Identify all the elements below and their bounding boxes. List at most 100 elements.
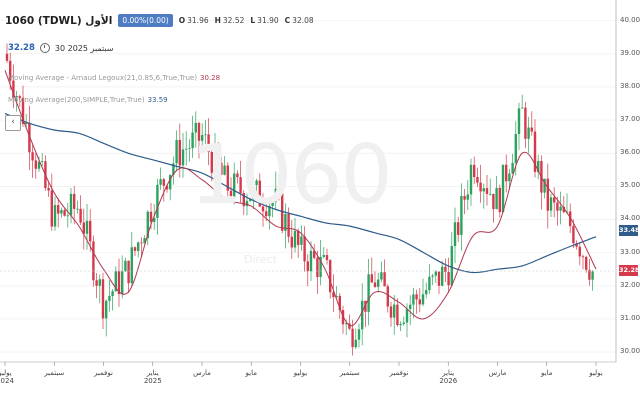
candle-body xyxy=(137,242,140,251)
study-value: 33.59 xyxy=(147,96,168,104)
candle xyxy=(354,328,357,350)
candle-body xyxy=(111,291,114,296)
collapse-legend-button[interactable]: ‹ xyxy=(5,115,21,131)
candle xyxy=(98,274,101,304)
x-tick-label: مارس xyxy=(193,369,211,377)
candle xyxy=(389,301,393,327)
candle-body xyxy=(76,208,79,210)
candle xyxy=(396,298,399,327)
sma-price-tag: 33.48 xyxy=(619,225,640,236)
last-price-tag: 32.28 xyxy=(619,265,640,276)
candle xyxy=(393,295,396,335)
candle xyxy=(466,179,469,211)
candle xyxy=(69,187,73,224)
candle xyxy=(501,164,505,213)
candle xyxy=(492,193,495,223)
candle-body xyxy=(431,275,434,277)
candle xyxy=(581,254,585,270)
x-ticks xyxy=(4,362,597,366)
candle xyxy=(172,156,175,185)
candle-body xyxy=(162,179,165,186)
candle-body xyxy=(505,164,508,182)
candle-body xyxy=(98,279,101,286)
candle-body xyxy=(79,208,82,223)
candle-body xyxy=(175,139,178,164)
candle-body xyxy=(447,271,450,286)
candle xyxy=(383,259,386,287)
study-legend-sma[interactable]: Moving Average(200,SIMPLE,True,True) 33.5… xyxy=(8,96,168,104)
candle-body xyxy=(181,149,185,166)
y-tick-label: 36.00 xyxy=(620,148,640,157)
candle-body xyxy=(309,250,313,272)
candle xyxy=(108,280,111,312)
candle xyxy=(185,131,188,166)
candle-body xyxy=(389,306,393,318)
clock-icon[interactable] xyxy=(39,43,50,53)
candle-body xyxy=(409,304,412,310)
candle-body xyxy=(73,193,76,209)
candle xyxy=(181,132,185,178)
candle-body xyxy=(185,148,188,150)
candle-body xyxy=(463,195,466,200)
candle-body xyxy=(517,108,521,135)
candle-body xyxy=(581,256,585,258)
candle xyxy=(306,254,309,287)
watermark-sub: Direct xyxy=(244,253,277,266)
candle-body xyxy=(527,127,530,139)
candle-body xyxy=(425,290,428,295)
x-tick-label: يوليو xyxy=(293,369,308,377)
candle xyxy=(533,119,537,178)
candle-body xyxy=(140,242,143,244)
ohlc-open: O 31.96 xyxy=(178,16,209,25)
candle-body xyxy=(41,161,44,163)
ohlc-high: H 32.52 xyxy=(214,16,245,25)
candle-body xyxy=(473,164,476,178)
candle xyxy=(505,154,508,193)
candle-body xyxy=(34,160,37,169)
symbol-title[interactable]: 1060 (TDWL) الأول xyxy=(5,15,112,27)
candle-body xyxy=(383,272,386,287)
study-value: 30.28 xyxy=(200,74,221,82)
y-tick-label: 31.00 xyxy=(620,313,640,322)
candle-body xyxy=(373,282,377,287)
candle-body xyxy=(108,295,111,301)
candle-body xyxy=(85,220,89,234)
candle xyxy=(357,323,361,348)
candle xyxy=(124,257,127,273)
candle xyxy=(380,261,383,283)
candle xyxy=(95,273,98,299)
candle-body xyxy=(546,178,549,211)
candle xyxy=(31,144,34,178)
candle xyxy=(540,155,543,210)
study-legend-alma[interactable]: Moving Average - Arnaud Legoux(21,0.85,6… xyxy=(8,74,220,82)
candle xyxy=(447,257,450,294)
candle xyxy=(53,196,57,231)
candle xyxy=(479,164,482,203)
candle-body xyxy=(63,210,66,216)
candle-body xyxy=(437,271,441,286)
candle-body xyxy=(377,279,380,287)
candle xyxy=(444,258,447,283)
candle xyxy=(530,111,533,136)
candle-body xyxy=(485,188,489,195)
candle xyxy=(402,316,405,326)
candle xyxy=(399,321,402,332)
x-tick-label: مايو xyxy=(245,369,257,377)
candle xyxy=(562,195,565,213)
candle-body xyxy=(50,190,53,227)
candle-body xyxy=(441,266,444,286)
candle-body xyxy=(89,220,92,242)
ohlc-low: L 31.90 xyxy=(250,16,279,25)
candle xyxy=(428,264,431,294)
candle-body xyxy=(95,280,98,286)
candle-body xyxy=(399,323,402,326)
y-tick-label: 30.00 xyxy=(620,347,640,356)
candle-body xyxy=(415,294,418,300)
candle-body xyxy=(479,182,482,192)
candle xyxy=(121,255,124,299)
candle xyxy=(92,235,95,287)
candle-body xyxy=(412,294,415,305)
candle xyxy=(482,183,485,209)
study-label: Moving Average(200,SIMPLE,True,True) xyxy=(8,96,145,104)
candle xyxy=(418,288,421,313)
